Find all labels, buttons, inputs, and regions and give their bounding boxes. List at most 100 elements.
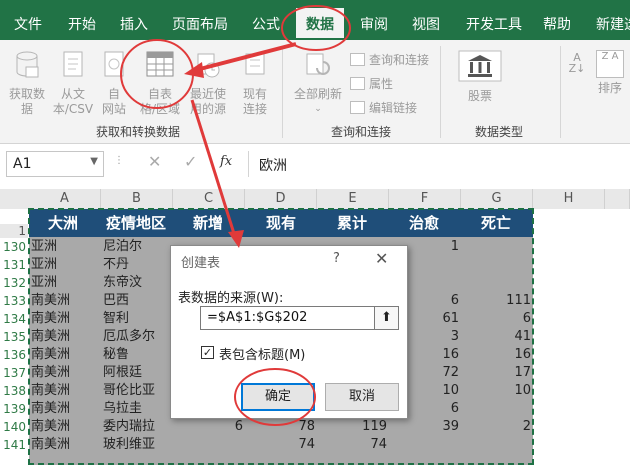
group-separator xyxy=(440,46,441,138)
sort-button[interactable]: Z A 排序 xyxy=(594,50,626,96)
from-text-csv-button[interactable]: 从文 本/CSV xyxy=(50,50,96,117)
existing-connections-label: 现有 连接 xyxy=(242,87,267,116)
sort-az-button[interactable]: A Z↓ xyxy=(566,52,588,74)
edit-links-label: 编辑链接 xyxy=(369,101,418,115)
text-file-icon xyxy=(50,50,96,84)
properties-icon xyxy=(350,77,365,90)
stocks-data-type-button[interactable]: 股票 xyxy=(450,50,510,104)
refresh-all-label: 全部刷新 xyxy=(293,87,342,101)
insert-function-icon[interactable]: fx xyxy=(220,154,232,169)
chevron-down-icon: ▼ xyxy=(90,156,98,167)
select-all-corner[interactable] xyxy=(0,189,30,209)
group-label-queries: 查询和连接 xyxy=(331,125,392,139)
properties-button[interactable]: 属性 xyxy=(350,75,393,92)
row-header[interactable]: 130 xyxy=(0,238,28,256)
edit-links-button[interactable]: 编辑链接 xyxy=(350,99,417,116)
ok-button[interactable]: 确定 xyxy=(241,383,315,411)
create-table-dialog: 创建表 ? ✕ 表数据的来源(W): =$A$1:$G$202 ⬆ ✓ 表包含标… xyxy=(170,245,408,419)
chevron-down-icon: ⌄ xyxy=(314,104,322,114)
row-header[interactable]: 140 xyxy=(0,418,28,436)
from-text-csv-label: 从文 本/CSV xyxy=(52,87,94,116)
sort-dialog-icon: Z A xyxy=(596,50,624,78)
from-table-range-label: 自表 格/区域 xyxy=(139,87,181,116)
get-data-button[interactable]: 获取数 据 xyxy=(4,50,50,117)
column-header-h[interactable]: H xyxy=(533,189,605,209)
tab-review[interactable]: 审阅 xyxy=(360,8,388,40)
row-header[interactable]: 141 xyxy=(0,436,28,454)
tab-home[interactable]: 开始 xyxy=(68,8,96,40)
existing-connections-button[interactable]: 现有 连接 xyxy=(232,50,278,117)
name-box-value: A1 xyxy=(13,156,32,172)
from-web-label: 自 网站 xyxy=(101,87,126,116)
row-header[interactable]: 133 xyxy=(0,292,28,310)
recent-sources-label: 最近使 用的源 xyxy=(189,87,226,116)
row-header[interactable]: 135 xyxy=(0,328,28,346)
group-separator xyxy=(560,46,561,138)
name-box[interactable]: A1 ▼ xyxy=(6,151,104,177)
tab-insert[interactable]: 插入 xyxy=(120,8,148,40)
row-header[interactable]: 139 xyxy=(0,400,28,418)
tab-view[interactable]: 视图 xyxy=(412,8,440,40)
connections-icon xyxy=(232,50,278,84)
column-header-next xyxy=(605,189,630,209)
database-icon xyxy=(4,50,50,84)
group-label-get-transform: 获取和转换数据 xyxy=(96,125,181,139)
web-page-icon xyxy=(96,50,132,84)
refresh-all-button[interactable]: 全部刷新 ⌄ xyxy=(290,50,346,117)
row-header[interactable]: 1 xyxy=(0,224,28,238)
has-headers-checkbox[interactable]: ✓ xyxy=(201,346,214,359)
queries-connections-label: 查询和连接 xyxy=(369,53,430,67)
queries-icon xyxy=(350,53,365,66)
queries-connections-button[interactable]: 查询和连接 xyxy=(350,51,429,68)
tab-formulas[interactable]: 公式 xyxy=(252,8,280,40)
stocks-label: 股票 xyxy=(467,89,492,103)
tab-data[interactable]: 数据 xyxy=(296,8,344,40)
bank-icon xyxy=(450,50,510,86)
table-icon xyxy=(134,50,186,84)
from-web-button[interactable]: 自 网站 xyxy=(96,50,132,117)
tab-page-layout[interactable]: 页面布局 xyxy=(172,8,228,40)
group-label-data-types: 数据类型 xyxy=(475,125,524,139)
properties-label: 属性 xyxy=(369,77,394,91)
column-header-g[interactable]: G xyxy=(461,189,533,209)
sort-label: 排序 xyxy=(597,81,622,95)
refresh-icon xyxy=(290,50,346,84)
group-separator xyxy=(282,46,283,138)
drag-handle-icon[interactable]: ⋮ xyxy=(114,155,124,166)
formula-value: 欧洲 xyxy=(259,158,287,174)
column-header-f[interactable]: F xyxy=(389,189,461,209)
tab-developer[interactable]: 开发工具 xyxy=(466,8,522,40)
title-bar xyxy=(0,0,630,8)
cancel-entry-icon[interactable]: ✕ xyxy=(148,152,161,171)
formula-input[interactable]: 欧洲 xyxy=(248,151,630,177)
row-header[interactable]: 137 xyxy=(0,364,28,382)
row-header[interactable]: 131 xyxy=(0,256,28,274)
column-header-a[interactable]: A xyxy=(29,189,101,209)
get-data-label: 获取数 据 xyxy=(8,87,45,116)
sort-ascending-icon: A Z↓ xyxy=(568,51,586,75)
tab-help[interactable]: 帮助 xyxy=(543,8,571,40)
column-header-d[interactable]: D xyxy=(245,189,317,209)
range-picker-icon[interactable]: ⬆ xyxy=(375,306,399,330)
column-header-e[interactable]: E xyxy=(317,189,389,209)
dialog-title: 创建表 xyxy=(181,256,221,271)
row-header[interactable]: 138 xyxy=(0,382,28,400)
tab-new-group[interactable]: 新建选 xyxy=(596,8,630,40)
tab-file[interactable]: 文件 xyxy=(14,8,42,40)
recent-sources-button[interactable]: 最近使 用的源 xyxy=(186,50,230,117)
cancel-button[interactable]: 取消 xyxy=(325,383,399,411)
row-header[interactable]: 134 xyxy=(0,310,28,328)
edit-links-icon xyxy=(350,101,365,114)
column-header-c[interactable]: C xyxy=(173,189,245,209)
from-table-range-button[interactable]: 自表 格/区域 xyxy=(134,50,186,117)
close-icon[interactable]: ✕ xyxy=(375,249,388,268)
recent-sources-icon xyxy=(186,50,230,84)
has-headers-label: 表包含标题(M) xyxy=(219,348,306,363)
help-icon[interactable]: ? xyxy=(333,251,340,266)
source-range-input[interactable]: =$A$1:$G$202 xyxy=(200,306,375,330)
confirm-entry-icon[interactable]: ✓ xyxy=(184,152,197,171)
row-header[interactable]: 136 xyxy=(0,346,28,364)
row-header[interactable]: 132 xyxy=(0,274,28,292)
column-header-b[interactable]: B xyxy=(101,189,173,209)
source-range-label: 表数据的来源(W): xyxy=(178,291,284,306)
